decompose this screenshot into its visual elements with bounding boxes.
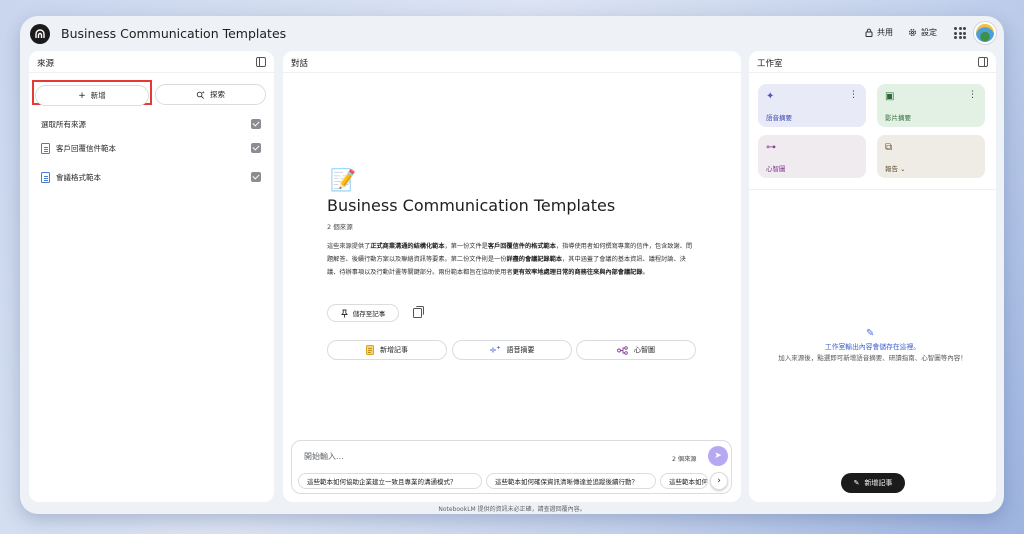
chip-label: 新增記事	[380, 346, 408, 354]
summary-text: 這些來源提供了	[327, 243, 371, 250]
summary-emphasis: 客戶回覆信件的格式範本	[487, 243, 556, 250]
document-icon	[41, 172, 50, 183]
source-checkbox[interactable]	[251, 172, 261, 182]
chat-input-placeholder[interactable]: 開始輸入...	[304, 451, 344, 462]
settings-button[interactable]: 設定	[908, 27, 937, 38]
add-note-button[interactable]: ✎ 新增記事	[841, 473, 905, 493]
discover-label: 探索	[210, 90, 225, 99]
sources-title: 來源	[37, 59, 55, 69]
chat-source-count: 2 個來源	[672, 456, 697, 463]
studio-title: 工作室	[757, 59, 783, 69]
suggested-question[interactable]: 這些範本如何協助企業建立一致且專業的溝通模式？	[298, 473, 482, 489]
chat-header: 對話	[283, 51, 741, 73]
suggested-question[interactable]: 這些範本如何確保資訊清晰傳達並追蹤後續行動？	[486, 473, 656, 489]
video-overview-card[interactable]: ▣ ⋮ 影片摘要	[877, 84, 985, 127]
card-label: 語音摘要	[766, 114, 792, 122]
send-arrow-icon: ➤	[714, 451, 722, 461]
copy-icon[interactable]	[413, 306, 424, 318]
audio-overview-chip[interactable]: 語音摘要	[452, 340, 572, 360]
summary-emphasis: 更有效率地處理日常的商務往來與內部會議記錄	[512, 269, 643, 276]
add-note-label: 新增記事	[864, 479, 893, 487]
chat-title: 對話	[291, 59, 309, 69]
suggested-question[interactable]: 這些範本如何	[660, 473, 708, 489]
chevron-down-icon[interactable]: ⌄	[900, 165, 905, 173]
save-to-note-button[interactable]: 儲存至記事	[327, 304, 399, 322]
more-vert-icon[interactable]: ⋮	[968, 90, 977, 100]
more-vert-icon[interactable]: ⋮	[849, 90, 858, 100]
add-source-button[interactable]: + 新增	[35, 85, 149, 106]
settings-label: 設定	[921, 28, 937, 37]
summary-text: ，第一份文件是	[444, 243, 488, 250]
mind-map-icon: ⊶	[766, 142, 776, 153]
pencil-icon: ✎	[853, 479, 860, 487]
gear-icon	[908, 28, 917, 37]
studio-empty-description: 加入來源後，點選即可新增語音摘要、研讀指南、心智圖等內容！	[778, 354, 967, 362]
send-button[interactable]: ➤	[708, 446, 728, 466]
top-bar: Business Communication Templates 共用 設定	[20, 16, 1004, 50]
studio-empty-title: 工作室輸出內容會儲存在這裡。	[824, 343, 921, 351]
sources-header: 來源	[29, 51, 274, 73]
collapse-panel-icon[interactable]	[978, 57, 988, 67]
chat-panel: 對話 📝 Business Communication Templates 2 …	[283, 51, 741, 502]
add-source-label: 新增	[90, 91, 106, 100]
report-icon: ⧉	[885, 142, 893, 153]
report-card-label: 報告 ⌄	[885, 163, 906, 173]
summary-emphasis: 正式商業溝通的結構化範本	[370, 243, 445, 250]
summary-text: 。	[642, 269, 649, 276]
source-item[interactable]: 會議格式範本	[41, 172, 101, 183]
avatar[interactable]	[974, 22, 996, 44]
card-label: 心智圖	[766, 165, 786, 173]
pin-icon	[340, 309, 348, 317]
plus-icon: +	[78, 90, 86, 101]
add-note-chip[interactable]: 新增記事	[327, 340, 447, 360]
magic-wand-icon: ✎	[866, 328, 875, 339]
divider	[749, 189, 996, 190]
source-label: 客戶回覆信件範本	[56, 144, 116, 153]
audio-sparkle-icon: ✦	[766, 91, 775, 102]
notebook-summary: 這些來源提供了正式商業溝通的結構化範本，第一份文件是客戶回覆信件的格式範本，指導…	[327, 240, 697, 279]
mind-map-icon	[617, 345, 628, 355]
apps-grid-icon[interactable]	[954, 27, 966, 39]
chat-input-box[interactable]: 開始輸入... 2 個來源 ➤ 這些範本如何協助企業建立一致且專業的溝通模式？ …	[291, 440, 732, 494]
mind-map-card[interactable]: ⊶ 心智圖	[758, 135, 866, 178]
summary-emphasis: 詳盡的會議記錄範本	[506, 256, 563, 263]
card-label: 報告	[885, 165, 898, 173]
save-note-label: 儲存至記事	[352, 310, 386, 318]
source-checkbox[interactable]	[251, 143, 261, 153]
chip-label: 心智圖	[634, 346, 655, 354]
discover-sources-button[interactable]: 探索	[155, 84, 266, 105]
notebook-title[interactable]: Business Communication Templates	[61, 26, 286, 41]
footer-disclaimer: NotebookLM 提供的資訊未必正確，請查證回覆內容。	[438, 506, 586, 513]
share-label: 共用	[877, 28, 893, 37]
video-icon: ▣	[885, 91, 895, 102]
studio-panel: 工作室 ✦ ⋮ 語音摘要 ▣ ⋮ 影片摘要 ⊶ 心智圖 ⧉ 報告 ⌄ ✎ 工作室…	[749, 51, 996, 502]
note-icon	[366, 345, 374, 355]
notebook-heading: Business Communication Templates	[327, 196, 616, 215]
chevron-right-icon[interactable]: ›	[710, 472, 728, 490]
search-sparkle-icon	[196, 90, 205, 99]
audio-overview-card[interactable]: ✦ ⋮ 語音摘要	[758, 84, 866, 127]
source-count: 2 個來源	[327, 223, 353, 231]
collapse-panel-icon[interactable]	[256, 57, 266, 67]
source-label: 會議格式範本	[56, 173, 101, 182]
source-item[interactable]: 客戶回覆信件範本	[41, 143, 116, 154]
audio-sparkle-icon	[490, 345, 500, 353]
app-window: Business Communication Templates 共用 設定 來…	[20, 16, 1004, 514]
report-card[interactable]: ⧉ 報告 ⌄	[877, 135, 985, 178]
studio-header: 工作室	[749, 51, 996, 73]
share-button[interactable]: 共用	[865, 27, 893, 38]
mind-map-chip[interactable]: 心智圖	[576, 340, 696, 360]
select-all-label: 選取所有來源	[41, 120, 86, 129]
select-all-checkbox[interactable]	[251, 119, 261, 129]
lock-icon	[865, 28, 873, 37]
document-icon	[41, 143, 50, 154]
card-label: 影片摘要	[885, 114, 911, 122]
sources-panel: 來源 + 新增 探索 選取所有來源 客戶回覆信件範本 會議格式範本	[29, 51, 274, 502]
notebook-emoji-icon: 📝	[330, 168, 357, 192]
notebooklm-logo-icon[interactable]	[30, 24, 50, 44]
chip-label: 語音摘要	[506, 346, 535, 354]
